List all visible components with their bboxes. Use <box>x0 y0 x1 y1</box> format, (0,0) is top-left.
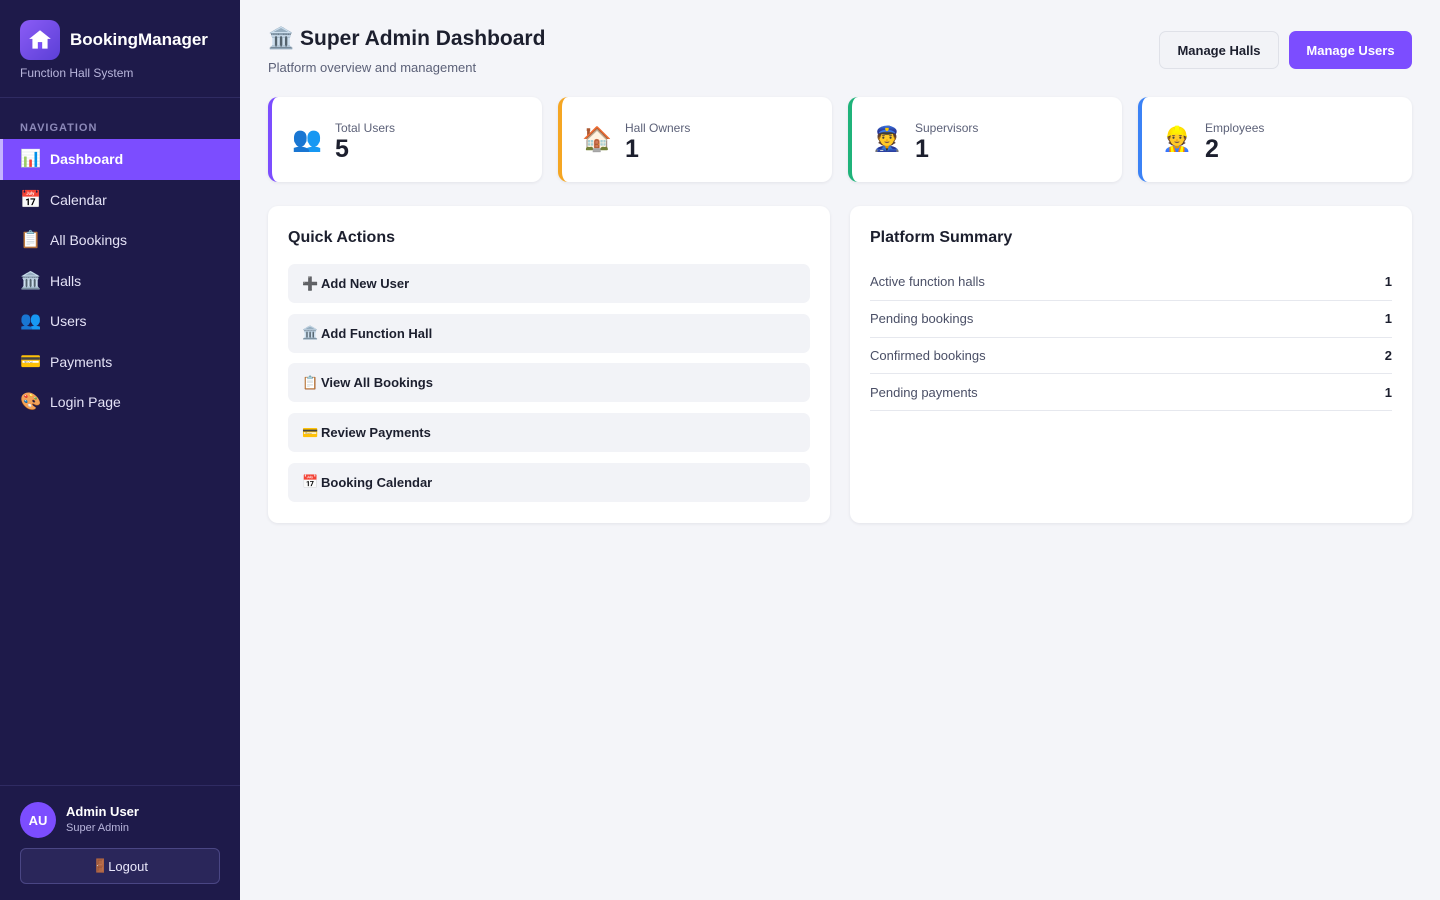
sidebar-item-label: All Bookings <box>50 232 128 249</box>
platform-summary-panel: Platform Summary Active function halls 1… <box>850 206 1412 523</box>
classical-building-icon: 🏛️ <box>20 270 42 290</box>
summary-row: Pending payments 1 <box>870 374 1392 412</box>
review-payments-button[interactable]: 💳 Review Payments <box>288 413 810 453</box>
classical-building-icon: 🏛️ <box>302 325 319 341</box>
summary-value: 1 <box>1384 311 1392 327</box>
stat-label: Total Users <box>335 121 396 135</box>
panel-title: Quick Actions <box>288 229 395 246</box>
sidebar-item-label: Payments <box>50 353 113 370</box>
house-icon <box>20 20 60 60</box>
bar-chart-icon: 📊 <box>20 149 42 169</box>
stat-card-supervisors: 👮 Supervisors 1 <box>848 97 1122 182</box>
sidebar-nav: 📊 Dashboard 📅 Calendar 📋 All Bookings 🏛️… <box>0 139 240 423</box>
users-icon: 👥 <box>20 311 42 331</box>
summary-label: Pending payments <box>870 384 978 400</box>
logout-button[interactable]: 🚪 Logout <box>20 848 220 884</box>
add-new-user-button[interactable]: ➕ Add New User <box>288 264 810 303</box>
quick-action-label: Review Payments <box>321 425 431 441</box>
sidebar-item-label: Users <box>50 313 87 330</box>
palette-icon: 🎨 <box>20 392 42 412</box>
sidebar-item-payments[interactable]: 💳 Payments <box>0 342 240 383</box>
user-name: Admin User <box>66 804 139 819</box>
panel-title: Platform Summary <box>870 229 1013 246</box>
nav-section-label: NAVIGATION <box>20 122 98 134</box>
summary-value: 2 <box>1384 347 1392 363</box>
classical-building-icon: 🏛️ <box>268 27 295 50</box>
stat-value: 1 <box>915 135 929 163</box>
logout-label: Logout <box>108 858 148 874</box>
sidebar-item-label: Calendar <box>50 191 107 208</box>
stat-value: 1 <box>625 135 639 163</box>
quick-action-label: Add New User <box>321 276 410 291</box>
stat-value: 5 <box>335 135 349 163</box>
quick-action-label: Add Function Hall <box>321 325 433 341</box>
sidebar-item-login-page[interactable]: 🎨 Login Page <box>0 382 240 423</box>
credit-card-icon: 💳 <box>302 424 319 440</box>
sidebar: BookingManager Function Hall System NAVI… <box>0 0 240 900</box>
page-title: 🏛️ Super Admin Dashboard <box>268 27 545 51</box>
clipboard-icon: 📋 <box>302 374 319 390</box>
summary-label: Pending bookings <box>870 311 974 327</box>
house-icon: 🏠 <box>582 126 612 153</box>
calendar-icon: 📅 <box>302 474 319 490</box>
summary-list: Active function halls 1 Pending bookings… <box>870 264 1392 412</box>
user-role: Super Admin <box>66 822 129 834</box>
sidebar-item-users[interactable]: 👥 Users <box>0 301 240 342</box>
summary-label: Active function halls <box>870 274 985 290</box>
stat-label: Hall Owners <box>625 121 691 135</box>
summary-row: Active function halls 1 <box>870 264 1392 301</box>
quick-action-label: View All Bookings <box>321 375 433 391</box>
sidebar-item-halls[interactable]: 🏛️ Halls <box>0 261 240 302</box>
police-officer-icon: 👮 <box>872 126 902 153</box>
sidebar-item-dashboard[interactable]: 📊 Dashboard <box>0 139 240 180</box>
manage-users-button[interactable]: Manage Users <box>1289 31 1412 69</box>
door-icon: 🚪 <box>92 858 109 873</box>
summary-row: Confirmed bookings 2 <box>870 338 1392 375</box>
add-function-hall-button[interactable]: 🏛️ Add Function Hall <box>288 313 810 353</box>
stat-value: 2 <box>1205 135 1219 163</box>
sidebar-item-label: Halls <box>50 272 82 289</box>
manage-halls-button[interactable]: Manage Halls <box>1159 31 1279 69</box>
sidebar-divider <box>0 97 240 98</box>
plus-icon: ➕ <box>302 275 319 291</box>
stat-label: Supervisors <box>915 121 979 135</box>
summary-label: Confirmed bookings <box>870 347 986 363</box>
credit-card-icon: 💳 <box>20 351 42 371</box>
sidebar-item-all-bookings[interactable]: 📋 All Bookings <box>0 220 240 261</box>
brand-subtitle: Function Hall System <box>20 66 134 80</box>
quick-action-label: Booking Calendar <box>321 474 433 490</box>
summary-row: Pending bookings 1 <box>870 301 1392 338</box>
sidebar-item-label: Login Page <box>50 394 121 411</box>
booking-calendar-button[interactable]: 📅 Booking Calendar <box>288 462 810 502</box>
stat-card-total-users: 👥 Total Users 5 <box>268 97 542 182</box>
sidebar-item-label: Dashboard <box>50 151 124 168</box>
view-all-bookings-button[interactable]: 📋 View All Bookings <box>288 363 810 403</box>
sidebar-item-calendar[interactable]: 📅 Calendar <box>0 180 240 221</box>
page-title-text: Super Admin Dashboard <box>300 27 546 50</box>
stat-card-hall-owners: 🏠 Hall Owners 1 <box>558 97 832 182</box>
summary-value: 1 <box>1384 384 1392 400</box>
brand-name: BookingManager <box>70 30 208 49</box>
sidebar-divider <box>0 785 240 786</box>
page-subtitle: Platform overview and management <box>268 60 477 75</box>
construction-worker-icon: 👷 <box>1162 126 1192 153</box>
clipboard-icon: 📋 <box>20 230 42 250</box>
summary-value: 1 <box>1384 274 1392 290</box>
avatar: AU <box>20 802 56 838</box>
stat-label: Employees <box>1205 121 1265 135</box>
quick-actions-list: ➕ Add New User 🏛️ Add Function Hall 📋 Vi… <box>288 264 810 512</box>
quick-actions-panel: Quick Actions ➕ Add New User 🏛️ Add Func… <box>268 206 830 523</box>
users-icon: 👥 <box>292 126 322 153</box>
calendar-icon: 📅 <box>20 189 42 209</box>
stat-card-employees: 👷 Employees 2 <box>1138 97 1412 182</box>
